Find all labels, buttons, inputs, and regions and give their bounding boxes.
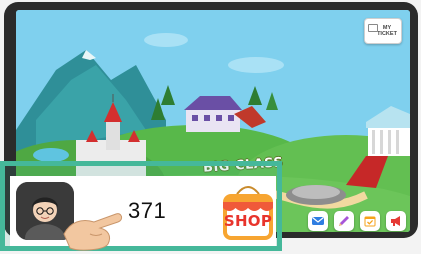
shop-button[interactable]: SHOP: [217, 180, 279, 244]
ticket-icon: [368, 24, 378, 32]
calendar-check-icon: [364, 216, 376, 227]
mail-icon: [312, 217, 324, 225]
bottom-toolbar: [308, 211, 406, 231]
my-ticket-button[interactable]: MY TICKET: [364, 18, 402, 44]
mail-button[interactable]: [308, 211, 328, 231]
calendar-button[interactable]: [360, 211, 380, 231]
shop-label: SHOP: [223, 212, 273, 230]
coin-bar-highlight: 371 SHOP: [0, 161, 282, 251]
coin-count: 371: [128, 198, 167, 223]
ticket-label: MY TICKET: [377, 25, 397, 37]
pointing-hand-icon: [63, 213, 123, 251]
pencil-icon: [339, 216, 349, 226]
coin-bar: 371 SHOP: [10, 176, 279, 251]
megaphone-icon: [391, 216, 400, 226]
pencil-button[interactable]: [334, 211, 354, 231]
announcement-button[interactable]: [386, 211, 406, 231]
